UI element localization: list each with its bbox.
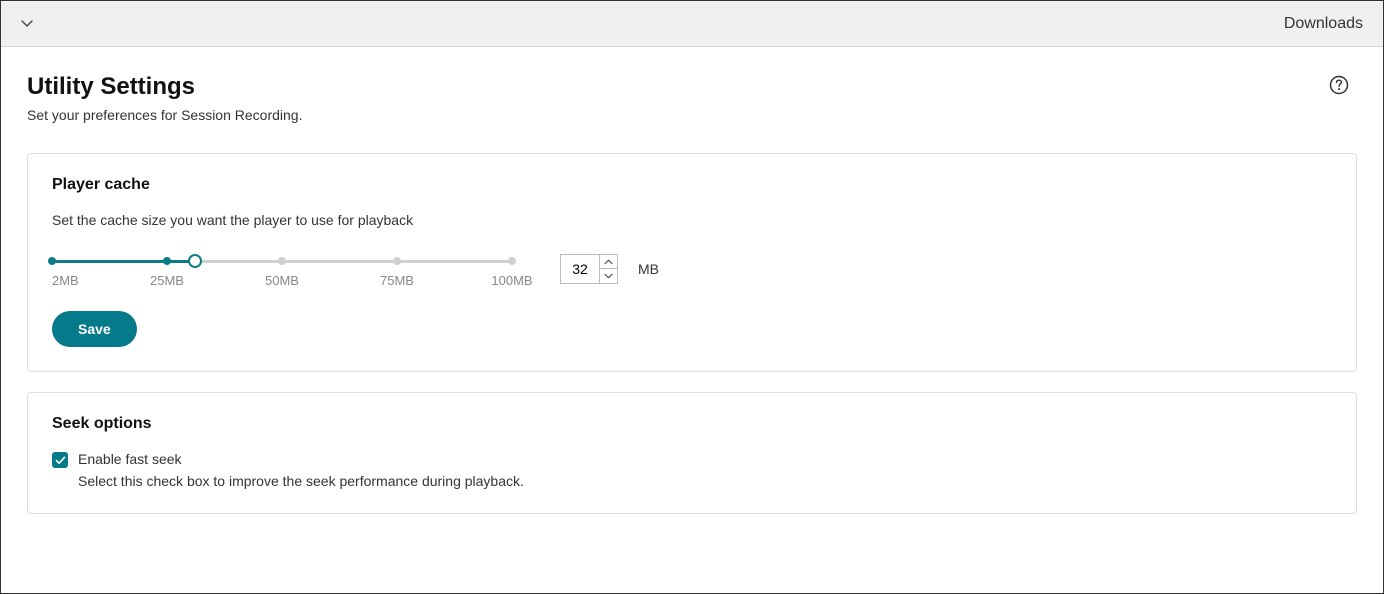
cache-value-input[interactable]	[561, 255, 599, 283]
slider-label: 50MB	[265, 273, 299, 288]
page-subtitle: Set your preferences for Session Recordi…	[27, 107, 1357, 123]
expand-chevron-icon[interactable]	[19, 16, 35, 32]
page-header: Utility Settings	[27, 73, 1357, 101]
slider-label: 75MB	[380, 273, 414, 288]
player-cache-desc: Set the cache size you want the player t…	[52, 212, 1332, 228]
slider-label: 2MB	[52, 273, 79, 288]
fast-seek-checkbox[interactable]	[52, 452, 68, 468]
slider-thumb[interactable]	[188, 254, 202, 268]
slider-label: 100MB	[491, 273, 532, 288]
seek-row: Enable fast seek Select this check box t…	[52, 451, 1332, 489]
slider-tick	[278, 257, 286, 265]
page-title: Utility Settings	[27, 73, 195, 101]
slider-fill	[52, 260, 195, 263]
help-icon[interactable]	[1329, 75, 1349, 95]
fast-seek-desc: Select this check box to improve the see…	[78, 473, 524, 489]
slider-track	[52, 260, 512, 263]
spinner-up-button[interactable]	[600, 255, 617, 269]
spinner-buttons	[599, 255, 617, 283]
topbar: Downloads	[1, 1, 1383, 47]
cache-slider[interactable]: 2MB 25MB 50MB 75MB 100MB	[52, 254, 532, 291]
downloads-link[interactable]: Downloads	[1284, 15, 1363, 33]
fast-seek-label: Enable fast seek	[78, 451, 524, 467]
seek-options-card: Seek options Enable fast seek Select thi…	[27, 392, 1357, 514]
slider-tick	[508, 257, 516, 265]
seek-options-title: Seek options	[52, 415, 1332, 433]
slider-tick	[48, 257, 56, 265]
slider-tick	[393, 257, 401, 265]
spinner-down-button[interactable]	[600, 269, 617, 283]
slider-labels: 2MB 25MB 50MB 75MB 100MB	[52, 273, 512, 291]
seek-text: Enable fast seek Select this check box t…	[78, 451, 524, 489]
slider-label: 25MB	[150, 273, 184, 288]
content-area: Utility Settings Set your preferences fo…	[1, 47, 1383, 514]
cache-spinner	[560, 254, 618, 284]
cache-row: 2MB 25MB 50MB 75MB 100MB	[52, 254, 1332, 291]
save-button[interactable]: Save	[52, 311, 137, 347]
player-cache-card: Player cache Set the cache size you want…	[27, 153, 1357, 372]
cache-value-wrap: MB	[560, 254, 659, 284]
player-cache-title: Player cache	[52, 176, 1332, 194]
slider-tick	[163, 257, 171, 265]
cache-unit-label: MB	[638, 261, 659, 277]
